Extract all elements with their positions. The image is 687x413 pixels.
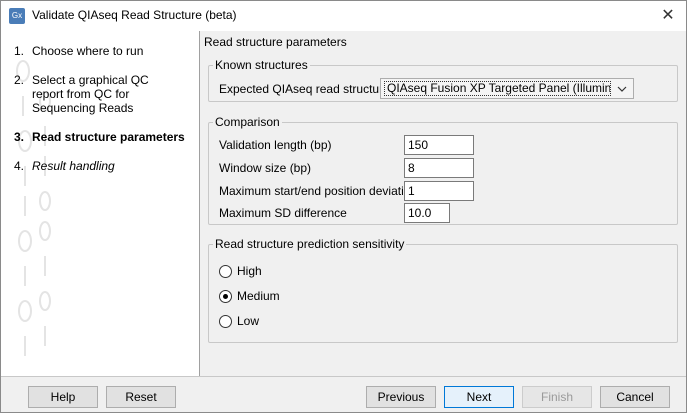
comparison-group: Comparison Validation length (bp) Window…: [208, 115, 678, 225]
chevron-down-icon: [617, 86, 627, 92]
max-position-deviation-input[interactable]: [404, 181, 474, 201]
reset-button[interactable]: Reset: [106, 386, 176, 408]
app-icon: Gx: [9, 8, 25, 24]
button-bar: Help Reset Previous Next Finish Cancel: [1, 376, 686, 412]
comparison-legend: Comparison: [215, 115, 280, 129]
max-sd-difference-label: Maximum SD difference: [219, 206, 347, 220]
window-size-label: Window size (bp): [219, 161, 312, 175]
parameters-panel: Read structure parameters Known structur…: [200, 31, 686, 376]
previous-button[interactable]: Previous: [366, 386, 436, 408]
window-size-input[interactable]: [404, 158, 474, 178]
cancel-button[interactable]: Cancel: [600, 386, 670, 408]
validation-length-label: Validation length (bp): [219, 138, 332, 152]
expected-structure-value: QIAseq Fusion XP Targeted Panel (Illumin…: [384, 81, 611, 96]
validation-length-input[interactable]: [404, 135, 474, 155]
close-icon[interactable]: ✕: [656, 5, 680, 27]
dialog-window: Gx Validate QIAseq Read Structure (beta)…: [0, 0, 687, 413]
radio-medium[interactable]: [219, 290, 232, 303]
sensitivity-group: Read structure prediction sensitivity Hi…: [208, 237, 678, 343]
expected-structure-label: Expected QIAseq read structure: [219, 82, 390, 96]
section-title: Read structure parameters: [204, 35, 347, 49]
title-bar: Gx Validate QIAseq Read Structure (beta)…: [1, 1, 686, 31]
finish-button[interactable]: Finish: [522, 386, 592, 408]
next-button[interactable]: Next: [444, 386, 514, 408]
wizard-steps-panel: 1. Choose where to run 2. Select a graph…: [1, 31, 199, 376]
window-title: Validate QIAseq Read Structure (beta): [32, 8, 237, 22]
known-structures-group: Known structures Expected QIAseq read st…: [208, 58, 678, 102]
radio-low[interactable]: [219, 315, 232, 328]
max-sd-difference-input[interactable]: [404, 203, 450, 223]
help-button[interactable]: Help: [28, 386, 98, 408]
known-structures-legend: Known structures: [215, 58, 308, 72]
sensitivity-legend: Read structure prediction sensitivity: [215, 237, 405, 251]
expected-structure-select[interactable]: QIAseq Fusion XP Targeted Panel (Illumin…: [380, 78, 634, 99]
max-position-deviation-label: Maximum start/end position deviation: [219, 184, 418, 198]
radio-high[interactable]: [219, 265, 232, 278]
